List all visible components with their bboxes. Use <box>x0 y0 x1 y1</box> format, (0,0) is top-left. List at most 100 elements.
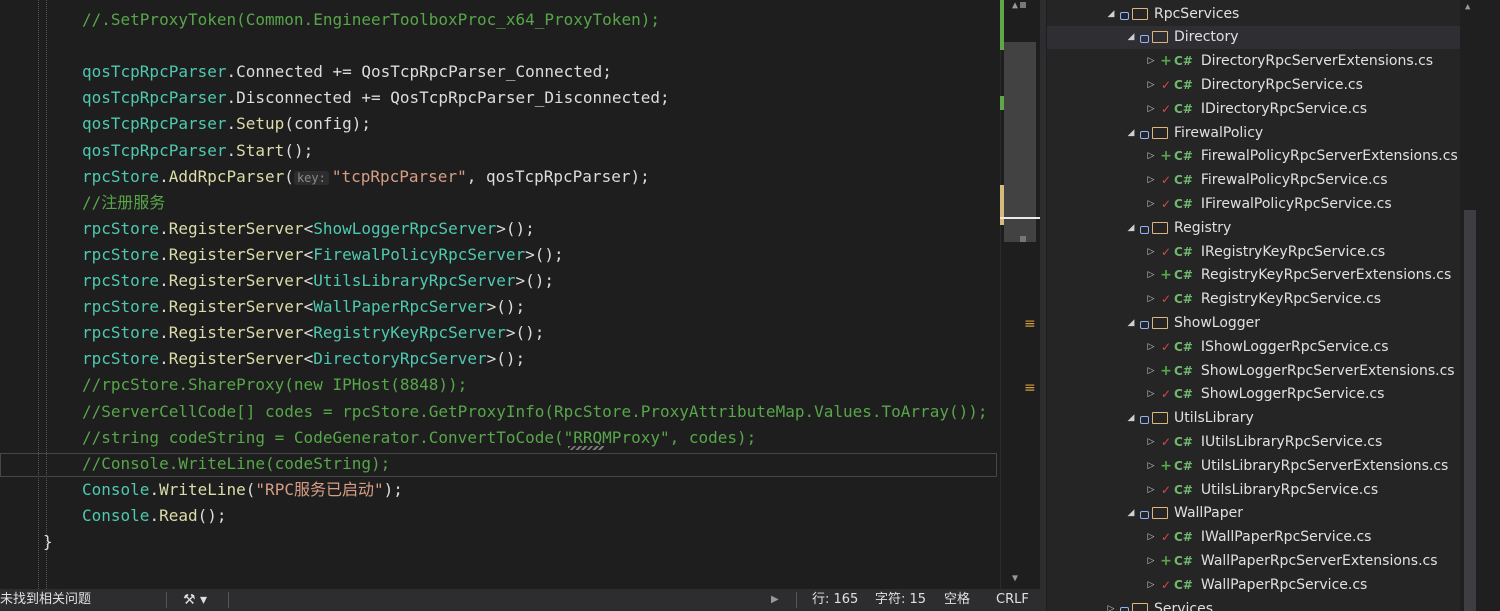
tree-file[interactable]: ▷ ✓ C# IFirewalPolicyRpcService.cs <box>1047 192 1460 215</box>
collapsed-arrow-icon[interactable]: ▷ <box>1145 437 1157 447</box>
tree-folder[interactable]: ▷ Services <box>1047 597 1460 611</box>
code-token: qosTcpRpcParser <box>82 140 227 160</box>
scroll-right-arrow[interactable]: ▶ <box>771 589 779 611</box>
tree-folder[interactable]: ◢ Registry <box>1047 216 1460 239</box>
code-line[interactable]: qosTcpRpcParser.Disconnected += QosTcpRp… <box>82 85 670 111</box>
code-line[interactable]: rpcStore.RegisterServer<WallPaperRpcServ… <box>82 294 525 320</box>
code-cleanup-icon[interactable]: ⚒ ▾ <box>183 589 207 611</box>
scroll-up-arrow[interactable]: ▲ <box>1012 0 1018 12</box>
tree-file[interactable]: ▷ ✓ C# UtilsLibraryRpcService.cs <box>1047 478 1460 501</box>
tree-file[interactable]: ▷ + C# RegistryKeyRpcServerExtensions.cs <box>1047 264 1460 287</box>
tree-folder[interactable]: ◢ RpcServices <box>1047 2 1460 25</box>
whitespace-status[interactable]: 空格 <box>944 589 970 611</box>
issues-status[interactable]: 未找到相关问题 <box>0 589 91 611</box>
code-line[interactable]: } <box>43 529 53 555</box>
code-line[interactable]: Console.WriteLine("RPC服务已启动"); <box>82 477 403 503</box>
expanded-arrow-icon[interactable]: ◢ <box>1125 413 1137 423</box>
collapsed-arrow-icon[interactable]: ▷ <box>1145 342 1157 352</box>
tree-folder[interactable]: ◢ ShowLogger <box>1047 311 1460 334</box>
tree-file[interactable]: ▷ ✓ C# DirectoryRpcService.cs <box>1047 73 1460 96</box>
collapsed-arrow-icon[interactable]: ▷ <box>1145 485 1157 495</box>
solution-explorer-tree[interactable]: ◢ RpcServices ◢ Directory ▷ + C# DirectoryRpcSe… <box>1047 0 1460 611</box>
collapsed-arrow-icon[interactable]: ▷ <box>1145 389 1157 399</box>
code-token: += <box>322 62 362 82</box>
code-line[interactable]: rpcStore.RegisterServer<RegistryKeyRpcSe… <box>82 320 544 346</box>
tree-file[interactable]: ▷ + C# ShowLoggerRpcServerExtensions.cs <box>1047 359 1460 382</box>
collapsed-arrow-icon[interactable]: ▷ <box>1145 270 1157 280</box>
tree-file[interactable]: ▷ + C# FirewalPolicyRpcServerExtensions.cs <box>1047 145 1460 168</box>
collapsed-arrow-icon[interactable]: ▷ <box>1145 151 1157 161</box>
collapsed-arrow-icon[interactable]: ▷ <box>1145 556 1157 566</box>
tree-file[interactable]: ▷ ✓ C# RegistryKeyRpcService.cs <box>1047 288 1460 311</box>
tree-file[interactable]: ▷ ✓ C# ShowLoggerRpcService.cs <box>1047 383 1460 406</box>
collapsed-arrow-icon[interactable]: ▷ <box>1105 604 1117 611</box>
collapsed-arrow-icon[interactable]: ▷ <box>1145 294 1157 304</box>
expanded-arrow-icon[interactable]: ◢ <box>1105 9 1117 19</box>
code-line[interactable]: rpcStore.RegisterServer<FirewalPolicyRpc… <box>82 242 564 268</box>
tree-item-label: IShowLoggerRpcService.cs <box>1200 338 1389 355</box>
tree-file[interactable]: ▷ ✓ C# IDirectoryRpcService.cs <box>1047 97 1460 120</box>
line-number-status[interactable]: 行: 165 <box>812 589 858 611</box>
tree-item-label: WallPaperRpcService.cs <box>1200 576 1368 593</box>
collapsed-arrow-icon[interactable]: ▷ <box>1145 80 1157 90</box>
code-line[interactable]: //string codeString = CodeGenerator.Conv… <box>82 425 756 451</box>
expanded-arrow-icon[interactable]: ◢ <box>1125 32 1137 42</box>
code-token: . <box>159 323 169 343</box>
tree-file[interactable]: ▷ + C# UtilsLibraryRpcServerExtensions.cs <box>1047 454 1460 477</box>
expanded-arrow-icon[interactable]: ◢ <box>1125 223 1137 233</box>
tree-folder[interactable]: ◢ Directory <box>1047 25 1460 49</box>
code-editor[interactable]: //.SetProxyToken(Common.EngineerToolboxP… <box>0 0 1000 589</box>
collapsed-arrow-icon[interactable]: ▷ <box>1145 580 1157 590</box>
code-token: < <box>303 323 314 343</box>
code-line[interactable]: qosTcpRpcParser.Start(); <box>82 138 313 164</box>
code-line[interactable]: //注册服务 <box>82 190 165 216</box>
code-line[interactable]: rpcStore.RegisterServer<UtilsLibraryRpcS… <box>82 268 554 294</box>
tree-file[interactable]: ▷ ✓ C# IWallPaperRpcService.cs <box>1047 526 1460 549</box>
panel-splitter[interactable] <box>1040 0 1046 611</box>
tree-file[interactable]: ▷ ✓ C# WallPaperRpcService.cs <box>1047 573 1460 596</box>
collapsed-arrow-icon[interactable]: ▷ <box>1145 532 1157 542</box>
tree-file[interactable]: ▷ + C# WallPaperRpcServerExtensions.cs <box>1047 549 1460 572</box>
code-token: Read <box>159 505 198 525</box>
code-line[interactable]: //rpcStore.ShareProxy(new IPHost(8848)); <box>82 372 467 398</box>
tree-file[interactable]: ▷ ✓ C# IUtilsLibraryRpcService.cs <box>1047 430 1460 453</box>
code-line[interactable]: //.SetProxyToken(Common.EngineerToolboxP… <box>82 7 660 33</box>
collapsed-arrow-icon[interactable]: ▷ <box>1145 199 1157 209</box>
scroll-up-arrow[interactable]: ▲ <box>1465 2 1470 12</box>
tree-file[interactable]: ▷ ✓ C# IShowLoggerRpcService.cs <box>1047 335 1460 358</box>
editor-scroll-thumb[interactable] <box>1004 42 1036 242</box>
code-line[interactable]: rpcStore.RegisterServer<DirectoryRpcServ… <box>82 346 525 372</box>
collapsed-arrow-icon[interactable]: ▷ <box>1145 461 1157 471</box>
git-checked-icon: ✓ <box>1160 196 1172 211</box>
tree-folder[interactable]: ◢ FirewalPolicy <box>1047 121 1460 144</box>
code-line[interactable]: qosTcpRpcParser.Connected += QosTcpRpcPa… <box>82 59 612 85</box>
code-line[interactable]: rpcStore.RegisterServer<ShowLoggerRpcSer… <box>82 216 535 242</box>
expanded-arrow-icon[interactable]: ◢ <box>1125 128 1137 138</box>
code-line[interactable]: qosTcpRpcParser.Setup(config); <box>82 111 371 137</box>
tree-file[interactable]: ▷ + C# DirectoryRpcServerExtensions.cs <box>1047 50 1460 73</box>
code-line[interactable]: Console.Read(); <box>82 503 227 529</box>
code-line[interactable]: rpcStore.AddRpcParser(key: "tcpRpcParser"… <box>82 164 650 190</box>
tree-folder[interactable]: ◢ UtilsLibrary <box>1047 407 1460 430</box>
collapsed-arrow-icon[interactable]: ▷ <box>1145 56 1157 66</box>
tree-item-label: IRegistryKeyRpcService.cs <box>1200 243 1386 260</box>
collapsed-arrow-icon[interactable]: ▷ <box>1145 247 1157 257</box>
code-token: //string codeString = CodeGenerator.Conv… <box>82 427 757 447</box>
git-checked-icon: ✓ <box>1160 530 1172 545</box>
collapsed-arrow-icon[interactable]: ▷ <box>1145 366 1157 376</box>
git-added-icon: + <box>1160 457 1172 474</box>
code-token: >(); <box>515 271 555 290</box>
expanded-arrow-icon[interactable]: ◢ <box>1125 318 1137 328</box>
code-line[interactable]: //ServerCellCode[] codes = rpcStore.GetP… <box>82 399 987 425</box>
code-token: //rpcStore.ShareProxy(new IPHost(8848)); <box>82 375 468 395</box>
expanded-arrow-icon[interactable]: ◢ <box>1125 508 1137 518</box>
char-number-status[interactable]: 字符: 15 <box>875 589 926 611</box>
tree-file[interactable]: ▷ ✓ C# FirewalPolicyRpcService.cs <box>1047 169 1460 192</box>
collapsed-arrow-icon[interactable]: ▷ <box>1145 104 1157 114</box>
scroll-down-arrow[interactable]: ▼ <box>1012 573 1018 585</box>
tree-file[interactable]: ▷ ✓ C# IRegistryKeyRpcService.cs <box>1047 240 1460 263</box>
solution-explorer-scroll-thumb[interactable] <box>1464 210 1476 611</box>
tree-folder[interactable]: ◢ WallPaper <box>1047 502 1460 525</box>
collapsed-arrow-icon[interactable]: ▷ <box>1145 175 1157 185</box>
line-ending-status[interactable]: CRLF <box>996 589 1029 611</box>
